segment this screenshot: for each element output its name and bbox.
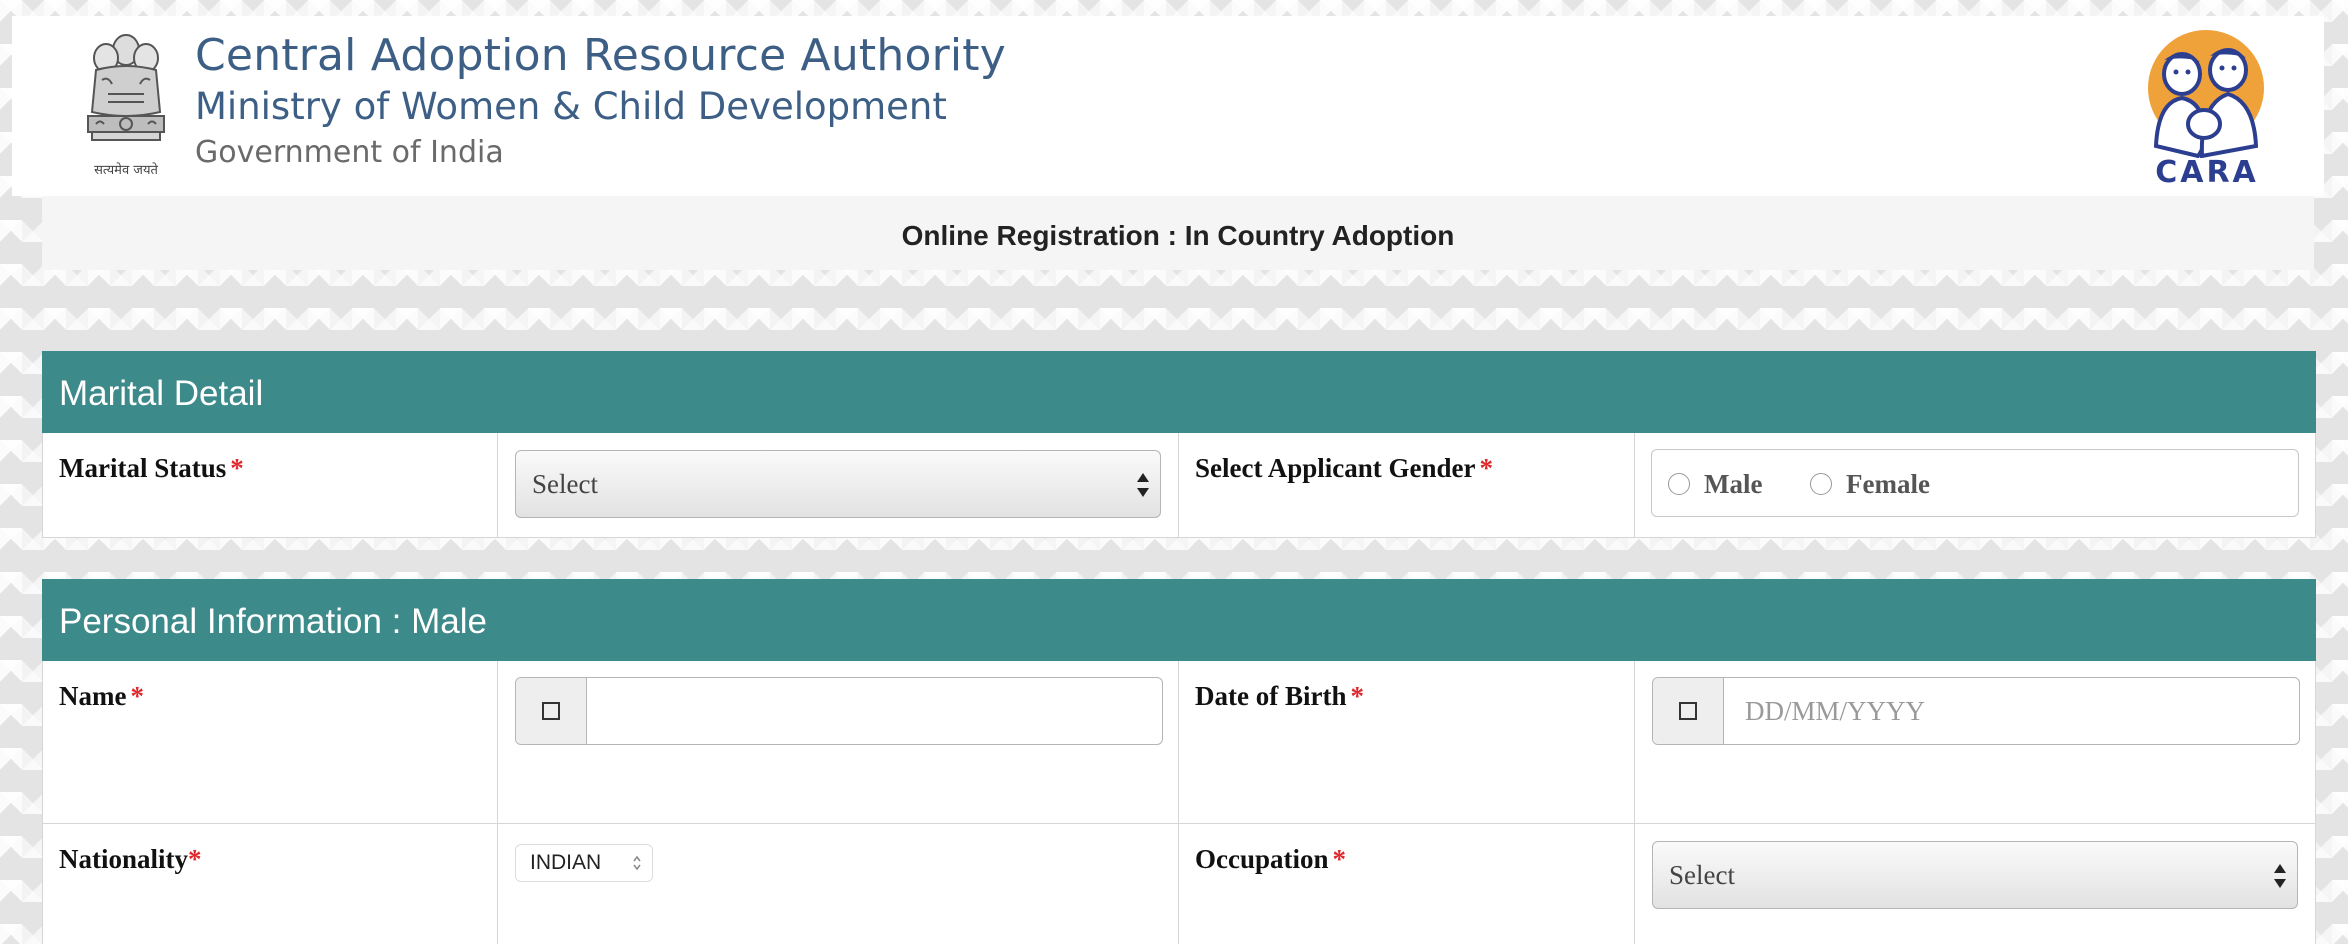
marital-status-label: Marital Status *	[59, 453, 244, 483]
marital-status-label-cell: Marital Status *	[42, 433, 497, 537]
required-marker: *	[230, 453, 244, 483]
calendar-square-icon	[1679, 702, 1697, 720]
marital-status-select[interactable]: Select	[515, 450, 1161, 518]
required-marker: *	[130, 681, 144, 711]
marital-detail-section: Marital Detail Marital Status * Select Se…	[42, 351, 2316, 538]
government-title: Government of India	[195, 135, 504, 171]
cara-logo-text: CARA	[2155, 155, 2259, 190]
radio-female[interactable]	[1810, 473, 1832, 495]
nationality-occupation-row: Nationality* INDIAN Occupation * Select	[42, 824, 2316, 944]
national-emblem-icon: सत्यमेव जयते	[78, 24, 174, 184]
dob-input[interactable]	[1723, 678, 2299, 744]
chevron-updown-icon	[633, 855, 641, 871]
name-label: Name *	[59, 681, 144, 711]
nationality-input-cell: INDIAN	[497, 824, 1178, 944]
title-block: Central Adoption Resource Authority Mini…	[195, 30, 1006, 171]
cara-mother-child-logo-icon	[2148, 30, 2264, 159]
ministry-title: Ministry of Women & Child Development	[195, 84, 947, 128]
name-dob-row: Name * Date of Birth *	[42, 661, 2316, 824]
marital-detail-header: Marital Detail	[42, 351, 2316, 433]
nationality-value: INDIAN	[530, 851, 602, 874]
required-marker: *	[1350, 681, 1364, 711]
gender-input-cell: Male Female	[1634, 433, 2316, 537]
name-input-cell	[497, 661, 1178, 823]
dob-label: Date of Birth *	[1195, 681, 1364, 711]
checkbox-square-icon	[542, 702, 560, 720]
cara-logo[interactable]: CARA	[2142, 28, 2272, 190]
nationality-label: Nationality*	[59, 844, 202, 874]
gender-label: Select Applicant Gender *	[1195, 453, 1493, 483]
page-title: Online Registration : In Country Adoptio…	[42, 196, 2314, 270]
radio-male-label[interactable]: Male	[1704, 469, 1762, 500]
occupation-select[interactable]: Select	[1652, 841, 2298, 909]
occupation-label: Occupation *	[1195, 844, 1347, 874]
occupation-label-cell: Occupation *	[1178, 824, 1634, 944]
marital-status-input-cell: Select	[497, 433, 1178, 537]
select-arrows-icon	[1137, 473, 1149, 497]
personal-info-header: Personal Information : Male	[42, 579, 2316, 661]
name-input[interactable]	[586, 678, 1162, 744]
name-label-cell: Name *	[42, 661, 497, 823]
dob-input-cell	[1634, 661, 2316, 823]
org-title: Central Adoption Resource Authority	[195, 30, 1006, 81]
name-input-group	[515, 677, 1163, 745]
dob-addon[interactable]	[1653, 678, 1724, 744]
radio-female-label[interactable]: Female	[1846, 469, 1930, 500]
required-marker: *	[1479, 453, 1493, 483]
dob-input-group	[1652, 677, 2300, 745]
required-marker: *	[1332, 844, 1347, 874]
personal-info-section: Personal Information : Male Name * Date o…	[42, 579, 2316, 944]
name-addon	[516, 678, 587, 744]
nationality-select[interactable]: INDIAN	[515, 844, 653, 882]
site-header: सत्यमेव जयते Central Adoption Resource A…	[12, 16, 2324, 196]
gender-label-cell: Select Applicant Gender *	[1178, 433, 1634, 537]
marital-status-value: Select	[532, 469, 598, 499]
nationality-label-cell: Nationality*	[42, 824, 497, 944]
select-arrows-icon	[2274, 864, 2286, 888]
gender-radio-group: Male Female	[1651, 449, 2299, 517]
occupation-input-cell: Select	[1634, 824, 2316, 944]
emblem-motto: सत्यमेव जयते	[94, 163, 158, 178]
dob-label-cell: Date of Birth *	[1178, 661, 1634, 823]
required-marker: *	[188, 844, 202, 874]
marital-row: Marital Status * Select Select Applicant …	[42, 433, 2316, 538]
radio-male[interactable]	[1668, 473, 1690, 495]
occupation-value: Select	[1669, 860, 1735, 890]
